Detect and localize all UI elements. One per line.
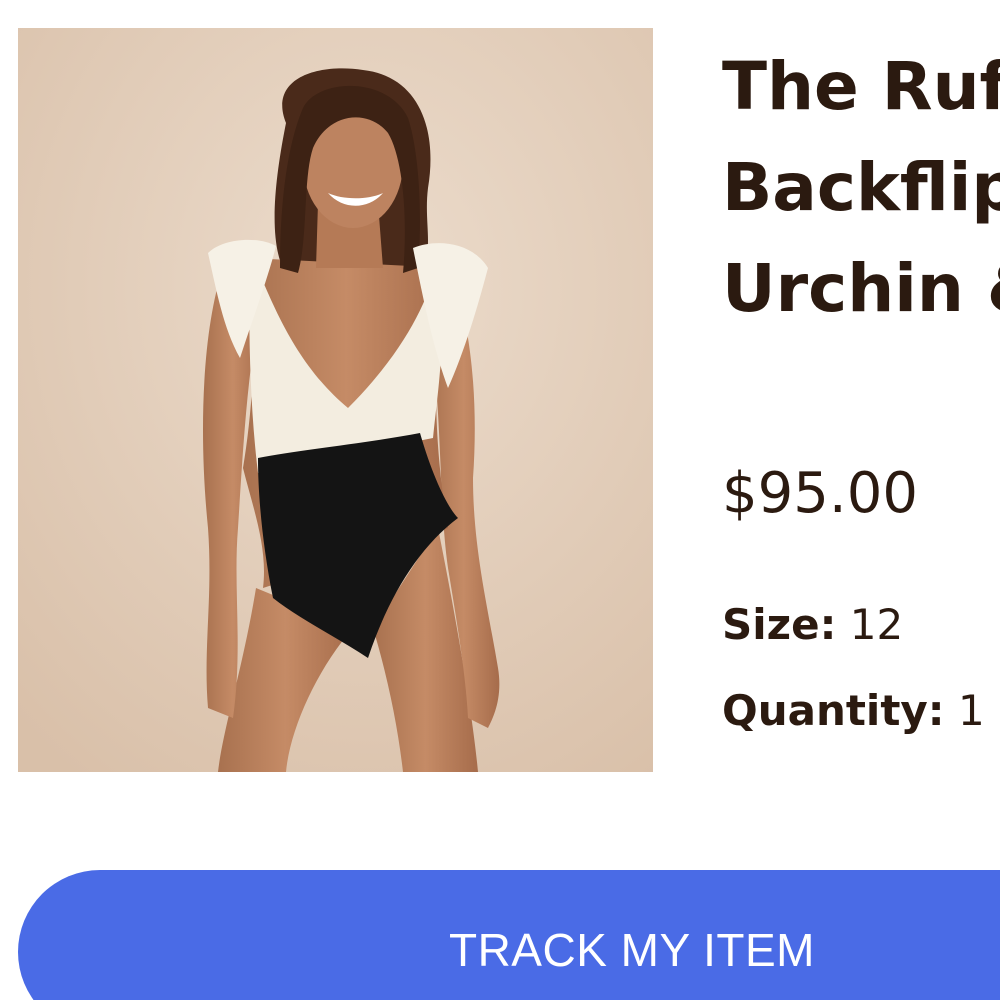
product-title: The Ruffle Backflip - Urchin & Sand* — [722, 48, 1000, 327]
track-my-item-button[interactable]: TRACK MY ITEM — [18, 870, 1000, 1000]
order-item-page: The Ruffle Backflip - Urchin & Sand* $95… — [0, 0, 1000, 1000]
quantity-label: Quantity: — [722, 686, 945, 735]
size-label: Size: — [722, 600, 837, 649]
product-price: $95.00 — [722, 461, 918, 526]
size-detail: Size: 12 — [722, 598, 903, 652]
model-photo-illustration — [18, 28, 653, 772]
size-value: 12 — [849, 600, 904, 649]
quantity-detail: Quantity: 1 — [722, 684, 985, 738]
quantity-value: 1 — [957, 686, 985, 735]
product-image — [18, 28, 653, 772]
track-my-item-label: TRACK MY ITEM — [448, 924, 815, 976]
